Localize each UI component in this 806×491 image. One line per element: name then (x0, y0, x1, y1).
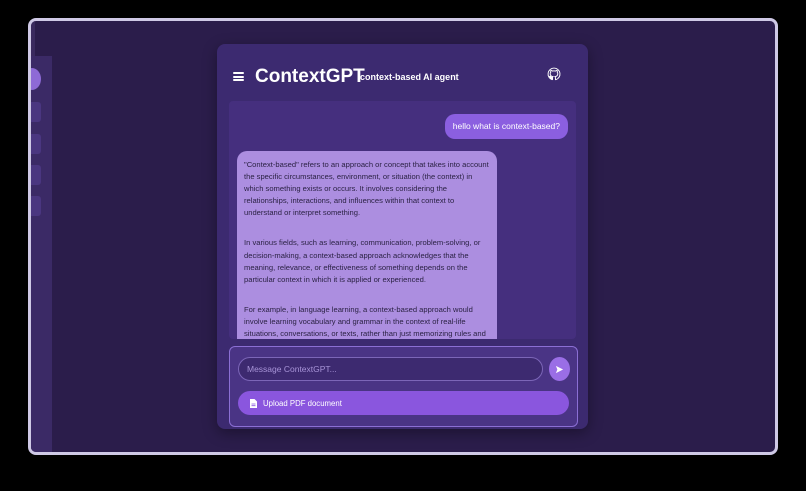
sidebar-avatar[interactable] (31, 68, 41, 90)
sidebar-item[interactable] (31, 196, 41, 216)
composer: Upload PDF document (229, 346, 578, 427)
upload-pdf-button[interactable]: Upload PDF document (238, 391, 569, 415)
upload-label: Upload PDF document (263, 398, 342, 408)
header: ContextGPT context-based AI agent (217, 44, 588, 106)
message-input[interactable] (238, 357, 543, 381)
file-icon (250, 398, 257, 408)
app-title: ContextGPT (255, 66, 365, 87)
chat-panel: ContextGPT context-based AI agent hello … (217, 44, 588, 429)
app-window: ContextGPT context-based AI agent hello … (28, 18, 778, 455)
assistant-paragraph: In various fields, such as learning, com… (244, 238, 481, 284)
message-list[interactable]: hello what is context-based? "Context-ba… (229, 101, 576, 339)
sidebar-item[interactable] (31, 165, 41, 185)
assistant-message: "Context-based" refers to an approach or… (237, 151, 497, 339)
sidebar-item[interactable] (31, 134, 41, 154)
send-button[interactable] (549, 357, 570, 381)
sidebar-item[interactable] (31, 102, 41, 122)
app-subtitle: context-based AI agent (360, 72, 459, 82)
send-icon (555, 365, 564, 373)
assistant-paragraph: "Context-based" refers to an approach or… (244, 160, 489, 218)
assistant-paragraph: For example, in language learning, a con… (244, 304, 486, 339)
user-message: hello what is context-based? (444, 114, 568, 139)
hamburger-icon[interactable] (233, 72, 244, 81)
sidebar (31, 56, 52, 452)
github-icon[interactable] (547, 67, 561, 81)
